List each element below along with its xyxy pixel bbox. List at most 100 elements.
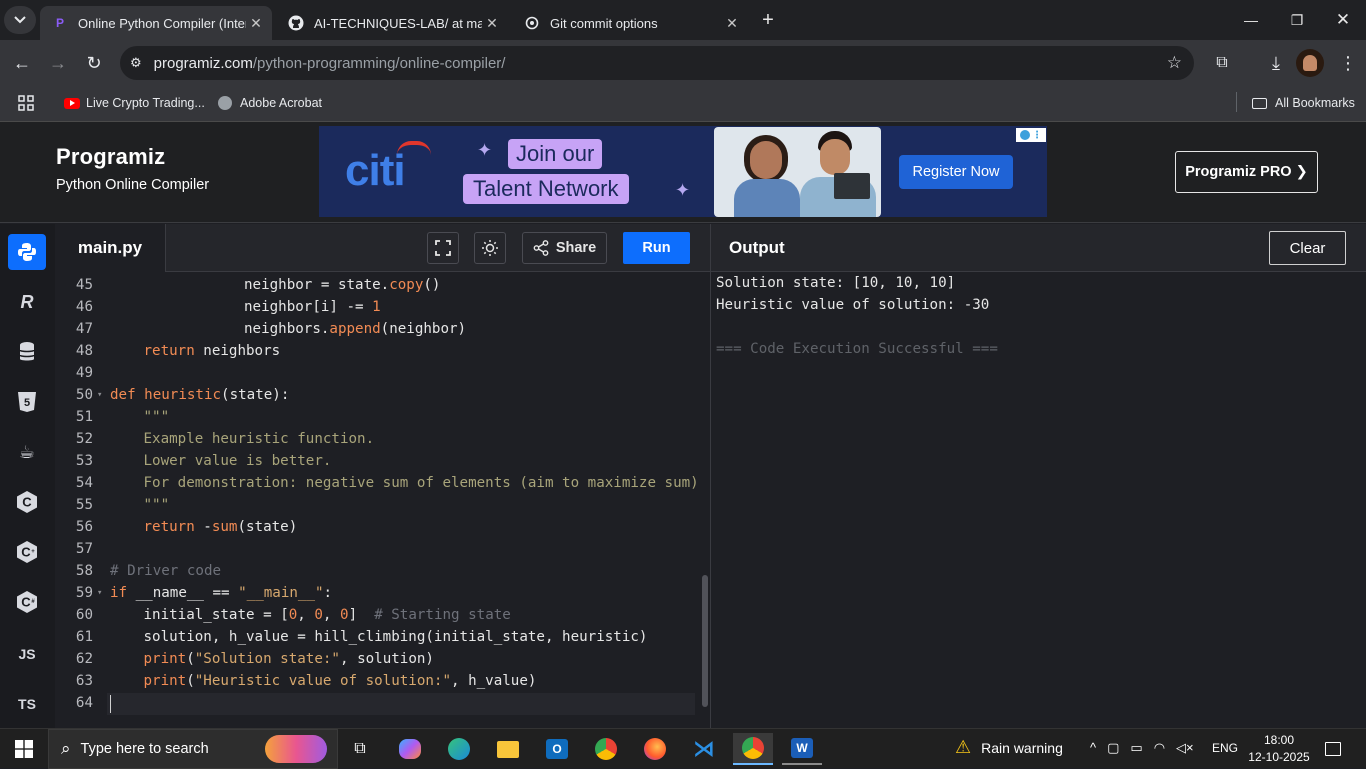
reload-button[interactable]: ↻ — [80, 49, 108, 77]
lang-c[interactable]: C — [8, 484, 46, 520]
bookmark-live-crypto[interactable]: Live Crypto Trading... — [64, 96, 205, 110]
close-icon[interactable]: ✕ — [722, 15, 742, 32]
input-language[interactable]: ENG — [1212, 741, 1238, 755]
restore-icon: ❐ — [1290, 11, 1304, 28]
clear-button[interactable]: Clear — [1269, 231, 1346, 265]
arrow-right-icon: → — [49, 52, 67, 73]
tab-git-commit-options[interactable]: Git commit options ✕ — [512, 6, 748, 40]
ad-banner[interactable]: citi ✦ Join our Talent Network ✦ Registe… — [319, 126, 1047, 217]
bookmark-adobe-acrobat[interactable]: Adobe Acrobat — [218, 96, 322, 110]
ad-register-button[interactable]: Register Now — [899, 155, 1013, 189]
code-token: : — [323, 585, 333, 601]
run-button[interactable]: Run — [623, 232, 690, 264]
menu-button[interactable]: ⋮ — [1334, 49, 1362, 77]
editor-scrollbar[interactable] — [702, 575, 708, 707]
cpp-icon: C + — [17, 541, 37, 563]
close-icon[interactable]: ✕ — [246, 15, 266, 32]
chevron-up-icon[interactable]: ^ — [1090, 740, 1096, 756]
code-line: if __name__ == "__main__": — [110, 585, 332, 601]
lang-javascript[interactable]: JS — [8, 636, 46, 672]
warning-icon: ⚠ — [955, 737, 972, 757]
minimize-button[interactable]: — — [1228, 0, 1274, 40]
edge-button[interactable] — [439, 733, 479, 765]
line-number: 64 — [75, 695, 93, 711]
share-icon — [533, 240, 549, 256]
chrome-button[interactable] — [586, 733, 626, 765]
fold-chevron-icon[interactable]: ▾ — [97, 390, 102, 400]
volume-muted-icon[interactable]: ◁× — [1176, 740, 1194, 756]
adchoices-icon[interactable]: ⋮ — [1016, 128, 1046, 142]
code-token: def — [110, 387, 145, 403]
copilot-button[interactable] — [390, 733, 430, 765]
lang-sql[interactable] — [8, 334, 46, 370]
code-token: "__main__" — [238, 585, 324, 601]
code-token: 0 — [340, 607, 349, 623]
back-button[interactable]: ← — [8, 49, 36, 77]
battery-icon[interactable]: ▭ — [1130, 740, 1142, 756]
close-icon[interactable]: ✕ — [482, 15, 502, 32]
fold-chevron-icon[interactable]: ▾ — [97, 588, 102, 598]
notifications-button[interactable] — [1314, 733, 1352, 765]
downloads-button[interactable]: ⤓ — [1262, 49, 1290, 77]
code-token: solution, h_value — [143, 629, 298, 645]
taskbar-search-box[interactable]: ⌕ Type here to search — [48, 729, 338, 769]
outlook-button[interactable]: O — [537, 733, 577, 765]
firefox-button[interactable] — [635, 733, 675, 765]
file-tab-main-py[interactable]: main.py — [55, 224, 166, 272]
code-token: neighbor — [244, 277, 321, 293]
firefox-icon — [644, 738, 666, 760]
lang-java[interactable]: ☕ — [8, 434, 46, 470]
weather-widget[interactable]: ⚠ Rain warning — [955, 737, 1063, 758]
start-button[interactable] — [4, 733, 44, 765]
wifi-icon[interactable]: ◠ — [1154, 740, 1165, 756]
meet-now-icon[interactable]: ▢ — [1107, 740, 1119, 756]
all-bookmarks-button[interactable]: All Bookmarks — [1252, 96, 1355, 110]
tab-online-python-compiler[interactable]: P Online Python Compiler (Interpreter) ✕ — [40, 6, 272, 40]
task-view-button[interactable]: ⧉ — [340, 733, 380, 765]
line-number: 58 — [75, 563, 93, 579]
code-token: For demonstration: negative sum of eleme… — [143, 475, 699, 491]
apps-grid-icon[interactable] — [18, 95, 34, 115]
clock[interactable]: 18:00 12-10-2025 — [1246, 732, 1312, 766]
word-button[interactable]: W — [782, 733, 822, 765]
code-token: - — [203, 519, 212, 535]
line-number: 61 — [75, 629, 93, 645]
chrome-active-button[interactable] — [733, 733, 773, 765]
openai-icon — [524, 15, 540, 31]
lang-typescript[interactable]: TS — [8, 686, 46, 722]
tab-search-button[interactable] — [4, 6, 36, 34]
address-bar[interactable]: ⚙ programiz.com /python-programming/onli… — [120, 46, 1194, 80]
site-info-icon[interactable]: ⚙ — [130, 55, 142, 71]
vscode-button[interactable]: ⋊ — [684, 733, 724, 765]
file-explorer-button[interactable] — [488, 733, 528, 765]
lang-csharp[interactable]: C # — [8, 584, 46, 620]
code-token: == — [212, 585, 239, 601]
task-view-icon: ⧉ — [354, 740, 366, 757]
restore-button[interactable]: ❐ — [1274, 0, 1320, 40]
theme-toggle-button[interactable] — [474, 232, 506, 264]
code-editor[interactable]: 45 neighbor = state.copy() 46 neighbor[i] -… — [55, 272, 710, 728]
text-cursor — [110, 695, 111, 713]
r-icon: R — [20, 291, 34, 312]
fullscreen-button[interactable] — [427, 232, 459, 264]
notification-icon — [1325, 742, 1341, 756]
profile-avatar[interactable] — [1296, 49, 1324, 77]
code-token: neighbors — [203, 343, 281, 359]
share-button[interactable]: Share — [522, 232, 607, 264]
bookmark-star-icon[interactable]: ☆ — [1167, 53, 1182, 73]
programiz-pro-button[interactable]: Programiz PRO ❯ — [1175, 151, 1318, 193]
csharp-icon: C # — [17, 591, 37, 613]
lang-python[interactable] — [8, 234, 46, 270]
tab-github[interactable]: AI-TECHNIQUES-LAB/ at main · ✕ — [276, 6, 508, 40]
lang-html[interactable]: 5 — [8, 384, 46, 420]
close-window-button[interactable]: ✕ — [1320, 0, 1366, 40]
tab-title: Git commit options — [550, 15, 658, 31]
programiz-logo[interactable]: Programiz Python Online Compiler — [56, 144, 209, 193]
lang-r[interactable]: R — [8, 284, 46, 320]
extensions-button[interactable]: ⧉ — [1208, 49, 1236, 77]
new-tab-button[interactable]: + — [752, 0, 784, 40]
code-token: print — [143, 673, 187, 689]
windows-icon — [15, 740, 33, 758]
lang-cpp[interactable]: C + — [8, 534, 46, 570]
forward-button[interactable]: → — [44, 49, 72, 77]
